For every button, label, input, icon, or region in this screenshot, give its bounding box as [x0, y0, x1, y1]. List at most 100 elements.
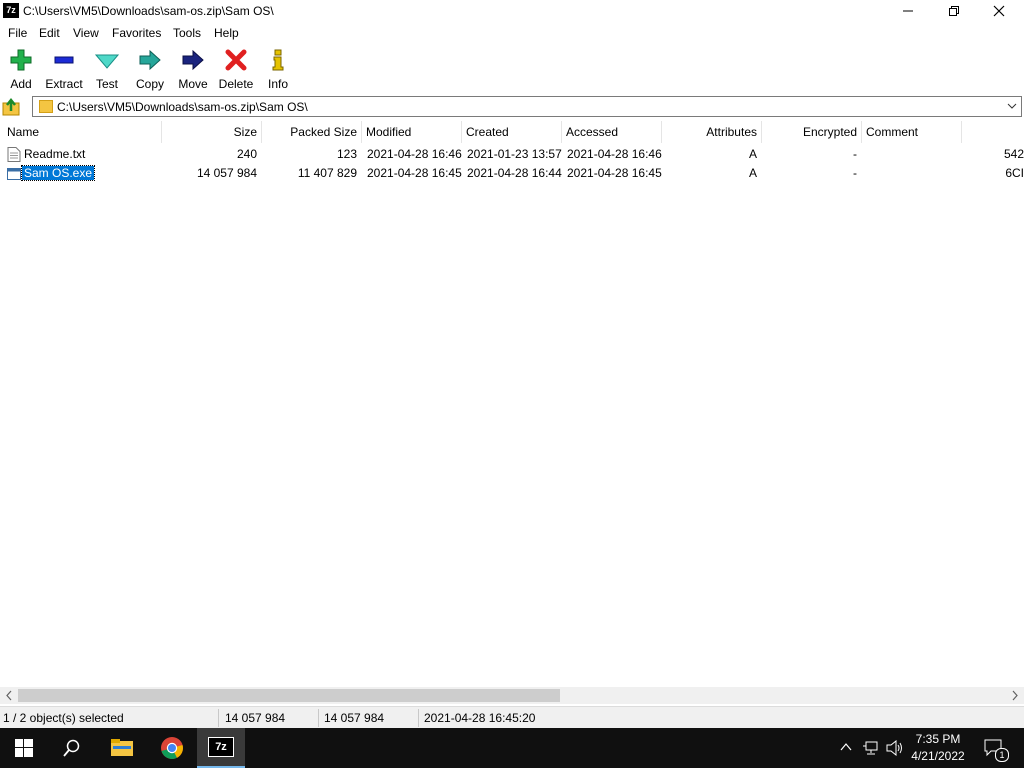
column-header-crc[interactable]	[962, 121, 1024, 143]
extract-button[interactable]: Extract	[42, 48, 86, 91]
file-list[interactable]: Name Size Packed Size Modified Created A…	[0, 121, 1024, 687]
file-packed-size: 11 407 829	[297, 166, 357, 180]
column-header-packed-size[interactable]: Packed Size	[262, 121, 362, 143]
menu-bar: File Edit View Favorites Tools Help	[0, 23, 1024, 43]
menu-edit[interactable]: Edit	[39, 26, 60, 40]
delete-label: Delete	[218, 77, 254, 91]
delete-x-icon	[225, 49, 247, 71]
menu-favorites[interactable]: Favorites	[112, 26, 161, 40]
test-button[interactable]: Test	[85, 48, 129, 91]
status-packed: 14 057 984	[324, 711, 385, 725]
selected-file-name: Sam OS.exe	[20, 165, 96, 181]
file-accessed: 2021-04-28 16:45	[567, 166, 662, 180]
check-arrow-icon	[95, 54, 119, 69]
file-crc: 6CI	[1005, 166, 1024, 180]
column-header-size[interactable]: Size	[162, 121, 262, 143]
file-accessed: 2021-04-28 16:46	[567, 147, 662, 161]
plus-icon	[10, 49, 32, 71]
taskbar: 7z 7:35 PM 4/21/2022 1	[0, 728, 1024, 768]
table-row[interactable]: Readme.txt 240 123 2021-04-28 16:46 2021…	[0, 145, 1024, 164]
network-icon[interactable]	[862, 740, 880, 756]
clock-time[interactable]: 7:35 PM	[906, 732, 970, 746]
file-packed-size: 123	[336, 147, 357, 161]
chevron-down-icon[interactable]	[1006, 100, 1018, 112]
file-name: Sam OS.exe	[19, 164, 162, 183]
window-title: C:\Users\VM5\Downloads\sam-os.zip\Sam OS…	[23, 4, 274, 18]
minimize-icon	[903, 10, 913, 12]
chrome-icon	[161, 737, 183, 759]
column-header-accessed[interactable]: Accessed	[562, 121, 662, 143]
status-divider	[318, 709, 319, 727]
chevron-up-icon[interactable]	[840, 742, 852, 752]
up-folder-button[interactable]	[2, 97, 24, 117]
menu-help[interactable]: Help	[214, 26, 239, 40]
status-size: 14 057 984	[225, 711, 286, 725]
search-icon	[63, 739, 80, 757]
scrollbar-thumb[interactable]	[18, 689, 560, 702]
windows-logo-icon	[15, 739, 33, 757]
copy-label: Copy	[135, 77, 164, 91]
restore-icon	[949, 6, 959, 16]
toolbar: Add Extract Test Copy Move Delete Info	[0, 44, 1024, 94]
close-button[interactable]	[976, 0, 1022, 22]
file-comment	[862, 164, 962, 183]
search-button[interactable]	[48, 728, 96, 768]
column-header-comment[interactable]: Comment	[862, 121, 962, 143]
column-header-modified[interactable]: Modified	[362, 121, 462, 143]
volume-icon[interactable]	[886, 740, 904, 756]
file-crc: 542	[1003, 147, 1024, 161]
info-icon	[272, 49, 284, 71]
file-explorer-button[interactable]	[98, 728, 146, 768]
status-bar: 1 / 2 object(s) selected 14 057 984 14 0…	[0, 706, 1024, 729]
address-bar: C:\Users\VM5\Downloads\sam-os.zip\Sam OS…	[0, 96, 1024, 120]
test-label: Test	[95, 77, 118, 91]
chrome-button[interactable]	[148, 728, 196, 768]
column-header-created[interactable]: Created	[462, 121, 562, 143]
address-path: C:\Users\VM5\Downloads\sam-os.zip\Sam OS…	[57, 100, 308, 114]
status-selection: 1 / 2 object(s) selected	[3, 711, 124, 725]
menu-tools[interactable]: Tools	[173, 26, 201, 40]
address-field[interactable]: C:\Users\VM5\Downloads\sam-os.zip\Sam OS…	[32, 96, 1022, 117]
move-arrow-icon	[182, 49, 204, 71]
table-row[interactable]: Sam OS.exe 14 057 984 11 407 829 2021-04…	[0, 164, 1024, 183]
up-folder-icon	[2, 97, 20, 116]
info-label: Info	[267, 77, 288, 91]
file-explorer-icon	[111, 739, 133, 756]
start-button[interactable]	[0, 728, 48, 768]
file-encrypted: -	[853, 166, 857, 180]
move-button[interactable]: Move	[171, 48, 215, 91]
file-attributes: A	[748, 147, 757, 161]
7zip-taskbar-button[interactable]: 7z	[197, 728, 245, 768]
column-header-encrypted[interactable]: Encrypted	[762, 121, 862, 143]
menu-file[interactable]: File	[8, 26, 27, 40]
status-divider	[418, 709, 419, 727]
column-header-name[interactable]: Name	[3, 121, 162, 143]
file-modified: 2021-04-28 16:45	[367, 166, 462, 180]
copy-button[interactable]: Copy	[128, 48, 172, 91]
clock-date[interactable]: 4/21/2022	[906, 749, 970, 763]
7zip-icon: 7z	[208, 737, 234, 757]
file-comment	[862, 145, 962, 164]
add-button[interactable]: Add	[0, 48, 43, 91]
menu-view[interactable]: View	[73, 26, 99, 40]
file-size: 240	[236, 147, 257, 161]
delete-button[interactable]: Delete	[214, 48, 258, 91]
notification-count-badge: 1	[995, 748, 1009, 762]
file-encrypted: -	[853, 147, 857, 161]
close-icon	[993, 5, 1005, 17]
status-modified: 2021-04-28 16:45:20	[424, 711, 536, 725]
column-header-attributes[interactable]: Attributes	[662, 121, 762, 143]
info-button[interactable]: Info	[256, 48, 300, 91]
extract-label: Extract	[45, 77, 83, 91]
minus-icon	[54, 56, 74, 64]
minimize-button[interactable]	[885, 0, 931, 22]
move-label: Move	[178, 77, 208, 91]
scroll-left-icon[interactable]	[5, 690, 13, 701]
title-bar: 7z C:\Users\VM5\Downloads\sam-os.zip\Sam…	[0, 0, 1024, 22]
copy-arrow-icon	[139, 49, 161, 71]
restore-button[interactable]	[931, 0, 977, 22]
7zip-app-icon[interactable]: 7z	[3, 3, 19, 18]
scroll-right-icon[interactable]	[1011, 690, 1019, 701]
horizontal-scrollbar[interactable]	[0, 687, 1024, 704]
status-divider	[218, 709, 219, 727]
